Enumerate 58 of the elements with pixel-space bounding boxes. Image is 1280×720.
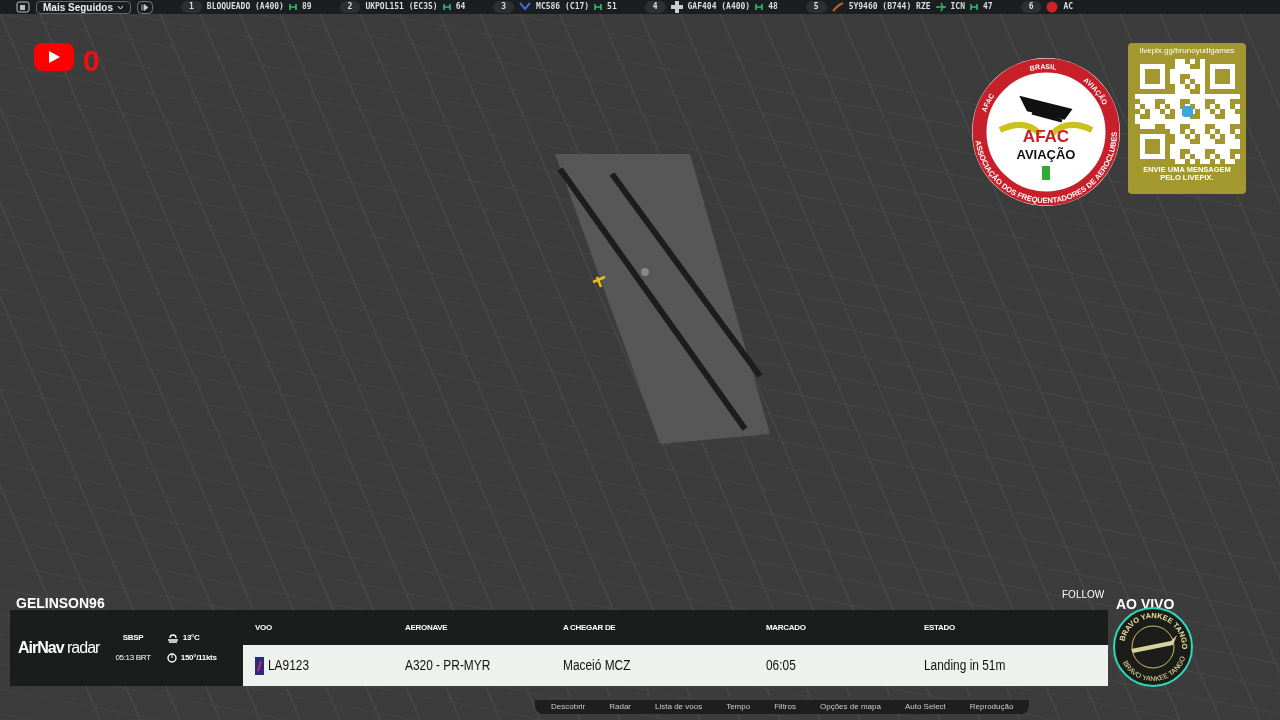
map-menu-item[interactable]: Tempo (726, 701, 751, 713)
map-menu-item[interactable]: Auto Select (904, 701, 946, 713)
column-header: VOO (254, 621, 273, 634)
map-menu-item[interactable]: Filtros (774, 701, 796, 713)
fog-icon (166, 632, 179, 644)
column-header: ESTADO (923, 621, 956, 634)
rank-badge: 6 (1020, 1, 1042, 13)
map-menu-item[interactable]: Reprodução (969, 701, 1014, 713)
skip-icon[interactable] (137, 0, 153, 14)
airline-logo-icon (519, 1, 532, 13)
flight-callsign[interactable]: GAF404 (A400) (687, 1, 751, 13)
temperature: 13°C (182, 632, 200, 644)
viewer-count: 51 (607, 1, 617, 13)
rank-badge: 5 (805, 1, 827, 13)
wind: 150°/11kts (180, 652, 217, 664)
table-cell-text: A320 - PR-MYR (405, 656, 491, 675)
map-menu-item[interactable]: Opções de mapa (819, 701, 881, 713)
plane-icon (935, 2, 946, 12)
map-menu-item[interactable]: Radar (609, 701, 632, 713)
flight-callsign[interactable]: MC586 (C17) (536, 1, 590, 13)
table-cell-text: Maceió MCZ (563, 656, 631, 675)
window-icon[interactable] (16, 1, 30, 13)
viewer-count: 89 (301, 1, 312, 13)
follow-label: FOLLOW (1062, 588, 1105, 602)
viewer-count: 64 (455, 1, 466, 13)
airline-logo-icon (831, 1, 844, 13)
streamer-name: GELINSON96 (16, 594, 105, 613)
viewer-count: 48 (768, 1, 778, 13)
map-menu-item[interactable]: Descobrir (551, 701, 586, 713)
table-cell-text: Landing in 51m (924, 656, 1006, 675)
airnav-logo: AirNav radar (18, 637, 100, 658)
table-cell-text: 06:05 (766, 656, 796, 675)
flight-destination[interactable]: ICN (950, 1, 965, 13)
wind-icon (166, 653, 177, 663)
flight-row[interactable]: LA9123 A320 - PR-MYR Maceió MCZ 06:05 Landing in 51m (243, 645, 1108, 686)
airline-logo-icon (255, 656, 264, 675)
rank-badge: 2 (339, 1, 361, 13)
airport-code: SBSP (122, 632, 144, 644)
youtube-icon (34, 43, 74, 71)
column-header: AERONAVE (404, 621, 449, 634)
dropdown-button[interactable]: Mais Seguidos (36, 0, 131, 14)
flight-callsign[interactable]: BLOQUEADO (A400) (206, 1, 284, 13)
airline-logo-icon (1046, 1, 1059, 13)
rank-badge: 1 (181, 1, 202, 13)
column-header: MARCADO (765, 621, 807, 634)
rank-badge: 4 (644, 1, 666, 13)
local-time: 05:13 BRT (115, 652, 151, 664)
flight-callsign[interactable]: AC (1063, 1, 1074, 13)
airline-logo-icon (670, 1, 683, 13)
column-header: A CHEGAR DE (562, 621, 617, 634)
rank-badge: 3 (493, 1, 515, 13)
subscriber-count: 0 (83, 43, 100, 79)
table-cell-text: LA9123 (268, 656, 310, 675)
viewer-count: 47 (983, 1, 993, 13)
flight-callsign[interactable]: UKPOL151 (EC35) (365, 1, 438, 13)
flight-callsign[interactable]: 5Y9460 (B744) RZE (848, 1, 931, 13)
map-menu-item[interactable]: Lista de voos (655, 701, 703, 713)
caret-icon (117, 4, 124, 10)
